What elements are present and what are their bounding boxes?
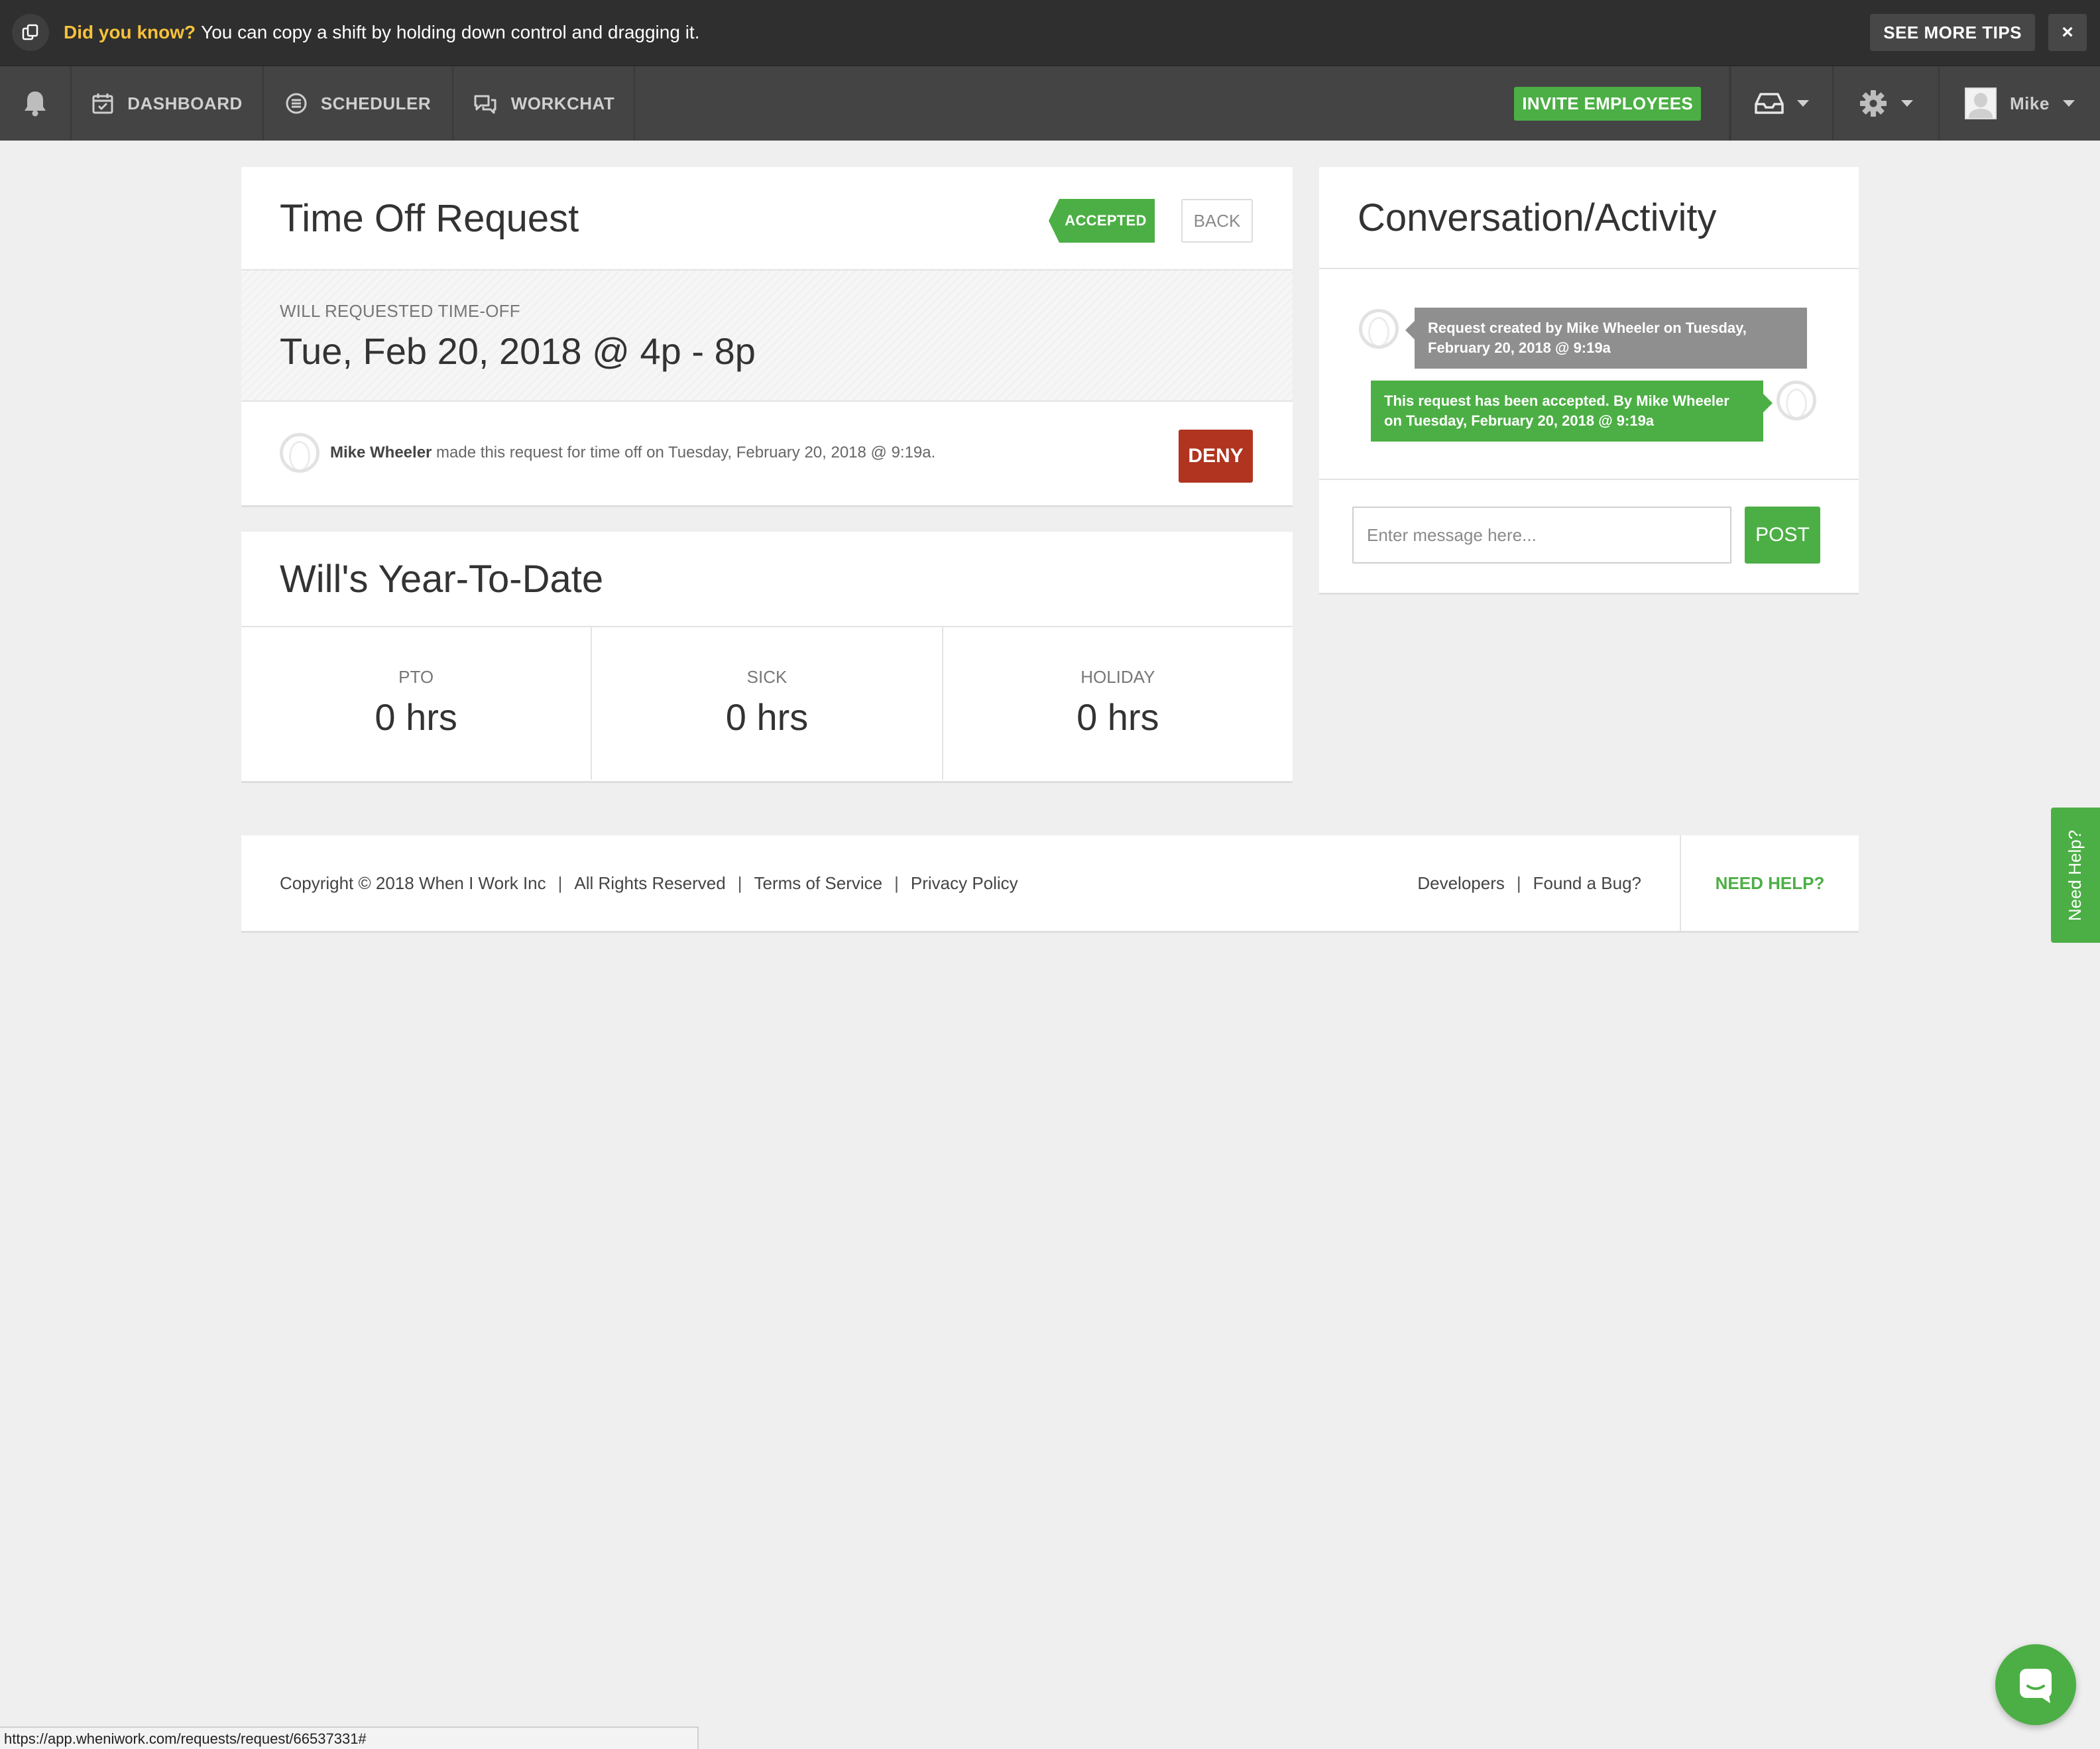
settings-menu[interactable] <box>1834 66 1940 141</box>
need-help-tab-label: Need Help? <box>2065 829 2085 921</box>
nav-dashboard[interactable]: DASHBOARD <box>72 66 264 141</box>
terms-link[interactable]: Terms of Service <box>754 873 882 894</box>
avatar <box>1359 309 1399 349</box>
chevron-down-icon <box>1901 100 1913 107</box>
ytd-stat-sick: SICK 0 hrs <box>592 627 943 780</box>
chat-icon <box>473 92 498 115</box>
tip-bar: Did you know? You can copy a shift by ho… <box>0 0 2100 65</box>
requester-name[interactable]: Mike Wheeler <box>330 444 432 461</box>
avatar <box>1965 88 1997 119</box>
status-badge: ACCEPTED <box>1049 199 1155 243</box>
time-off-range-value: Tue, Feb 20, 2018 @ 4p - 8p <box>280 330 756 372</box>
nav-dashboard-label: DASHBOARD <box>127 93 243 113</box>
gear-icon <box>1860 90 1887 117</box>
found-bug-link[interactable]: Found a Bug? <box>1533 873 1641 894</box>
nav-scheduler[interactable]: SCHEDULER <box>264 66 453 141</box>
conversation-title: Conversation/Activity <box>1358 196 1717 239</box>
status-bar-url: https://app.wheniwork.com/requests/reque… <box>0 1726 699 1749</box>
stat-value: 0 hrs <box>375 696 457 738</box>
ytd-stat-pto: PTO 0 hrs <box>241 627 593 780</box>
chat-bubble-icon <box>2020 1669 2052 1703</box>
nav-scheduler-label: SCHEDULER <box>320 93 432 113</box>
chevron-down-icon <box>2062 100 2075 107</box>
stat-label: PTO <box>398 667 434 687</box>
inbox-tray-icon <box>1755 93 1784 114</box>
invite-employees-button[interactable]: INVITE EMPLOYEES <box>1514 86 1701 121</box>
user-name: Mike <box>2010 93 2050 113</box>
divider: | <box>737 873 742 893</box>
activity-feed: Request created by Mike Wheeler on Tuesd… <box>1319 269 1859 480</box>
post-button[interactable]: POST <box>1745 507 1820 564</box>
main-navbar: DASHBOARD SCHEDULER WORKCHAT INVITE EMPL… <box>0 65 2100 141</box>
activity-message: This request has been accepted. By Mike … <box>1371 381 1773 442</box>
footer: Copyright © 2018 When I Work Inc | All R… <box>241 835 1859 931</box>
back-button[interactable]: BACK <box>1181 199 1253 243</box>
request-meta: Mike Wheeler made this request for time … <box>330 444 935 462</box>
need-help-link[interactable]: NEED HELP? <box>1680 835 1859 931</box>
user-menu[interactable]: Mike <box>1940 66 2100 141</box>
avatar <box>1777 381 1816 420</box>
activity-message: Request created by Mike Wheeler on Tuesd… <box>1405 308 1807 369</box>
privacy-link[interactable]: Privacy Policy <box>911 873 1018 894</box>
nav-workchat-label: WORKCHAT <box>510 93 615 113</box>
developers-link[interactable]: Developers <box>1417 873 1505 894</box>
divider: | <box>557 873 563 893</box>
year-to-date-card: Will's Year-To-Date PTO 0 hrs SICK 0 hrs… <box>241 532 1293 781</box>
stat-value: 0 hrs <box>725 696 809 738</box>
nav-workchat[interactable]: WORKCHAT <box>453 66 635 141</box>
message-input[interactable] <box>1352 507 1731 564</box>
close-tip-button[interactable]: × <box>2048 14 2087 51</box>
chat-launcher-button[interactable] <box>1995 1644 2076 1725</box>
ytd-title: Will's Year-To-Date <box>280 557 604 601</box>
copyright-text: Copyright © 2018 When I Work Inc <box>280 873 546 893</box>
scheduler-icon <box>285 92 308 115</box>
deny-button[interactable]: DENY <box>1179 430 1253 483</box>
request-meta-text: made this request for time off on Tuesda… <box>432 444 936 461</box>
divider: | <box>894 873 899 893</box>
stat-value: 0 hrs <box>1077 696 1159 738</box>
notifications-button[interactable] <box>0 66 72 141</box>
bell-icon <box>25 91 46 117</box>
tip-text: You can copy a shift by holding down con… <box>201 22 700 42</box>
avatar <box>280 433 320 473</box>
ytd-stat-holiday: HOLIDAY 0 hrs <box>943 627 1293 780</box>
chevron-down-icon <box>1797 100 1809 107</box>
page-title: Time Off Request <box>280 196 579 240</box>
conversation-card: Conversation/Activity Request created by… <box>1319 167 1859 593</box>
see-more-tips-button[interactable]: SEE MORE TIPS <box>1870 14 2035 51</box>
inbox-menu[interactable] <box>1730 66 1834 141</box>
stat-label: HOLIDAY <box>1080 667 1155 687</box>
calendar-icon <box>91 92 114 115</box>
divider: | <box>1516 873 1521 893</box>
time-off-range-label: WILL REQUESTED TIME-OFF <box>280 301 520 321</box>
rights-text: All Rights Reserved <box>574 873 726 893</box>
time-off-request-card: Time Off Request ACCEPTED BACK WILL REQU… <box>241 167 1293 505</box>
tip-label: Did you know? <box>64 22 196 42</box>
need-help-tab[interactable]: Need Help? <box>2051 808 2100 943</box>
stat-label: SICK <box>746 667 788 687</box>
copy-icon <box>12 14 49 51</box>
